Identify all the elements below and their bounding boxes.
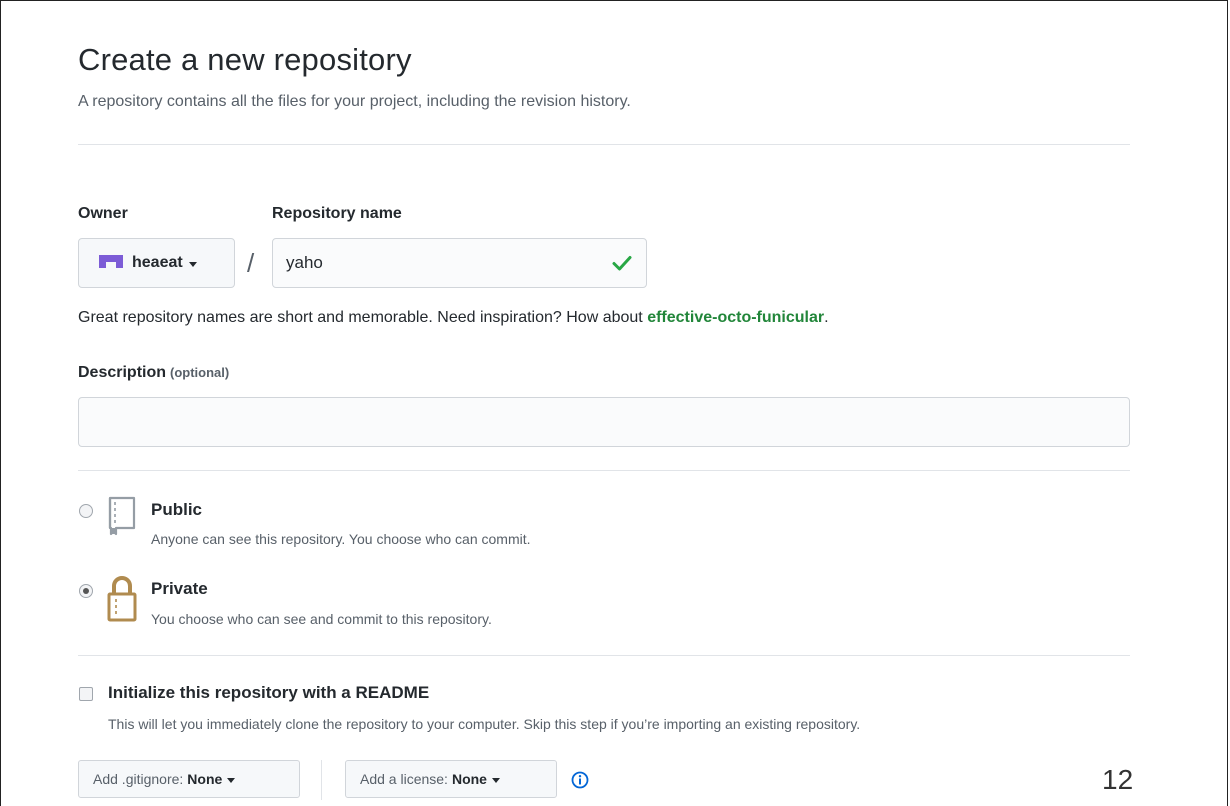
private-option-title: Private bbox=[151, 579, 208, 598]
chevron-down-icon bbox=[188, 261, 197, 267]
private-radio[interactable] bbox=[79, 584, 93, 598]
owner-label: Owner bbox=[78, 205, 128, 222]
gitignore-select-button[interactable]: Add .gitignore: None bbox=[78, 760, 300, 798]
readme-option-title: Initialize this repository with a README bbox=[108, 683, 430, 702]
chevron-down-icon bbox=[491, 777, 500, 783]
owner-repo-separator: / bbox=[247, 248, 255, 278]
check-icon bbox=[612, 256, 632, 271]
lock-icon bbox=[107, 576, 137, 622]
readme-checkbox[interactable] bbox=[79, 687, 93, 701]
repo-icon bbox=[108, 496, 136, 536]
public-radio[interactable] bbox=[79, 504, 93, 518]
divider bbox=[78, 470, 1130, 471]
info-icon[interactable] bbox=[571, 771, 589, 789]
private-option-desc: You choose who can see and commit to thi… bbox=[151, 611, 492, 627]
owner-avatar bbox=[99, 255, 123, 271]
button-separator bbox=[321, 760, 322, 800]
public-option-desc: Anyone can see this repository. You choo… bbox=[151, 531, 531, 547]
license-select-button[interactable]: Add a license: None bbox=[345, 760, 557, 798]
repository-name-input[interactable]: yaho bbox=[272, 238, 647, 288]
repository-name-hint: Great repository names are short and mem… bbox=[78, 309, 829, 326]
description-input[interactable] bbox=[78, 397, 1130, 447]
divider bbox=[78, 144, 1130, 145]
repository-name-value: yaho bbox=[286, 253, 323, 272]
name-suggestion-link[interactable]: effective-octo-funicular bbox=[647, 309, 824, 326]
page-subtitle: A repository contains all the files for … bbox=[78, 93, 631, 110]
page-number: 12 bbox=[1102, 764, 1134, 795]
readme-option-desc: This will let you immediately clone the … bbox=[108, 716, 861, 732]
divider bbox=[78, 655, 1130, 656]
description-optional-tag: (optional) bbox=[170, 365, 230, 380]
repository-name-label: Repository name bbox=[272, 205, 402, 222]
page-title: Create a new repository bbox=[78, 42, 412, 77]
chevron-down-icon bbox=[227, 777, 236, 783]
owner-select-button[interactable]: heaeat bbox=[78, 238, 235, 288]
owner-name: heaeat bbox=[132, 254, 183, 271]
description-label: Description (optional) bbox=[78, 364, 230, 381]
public-option-title: Public bbox=[151, 500, 203, 519]
